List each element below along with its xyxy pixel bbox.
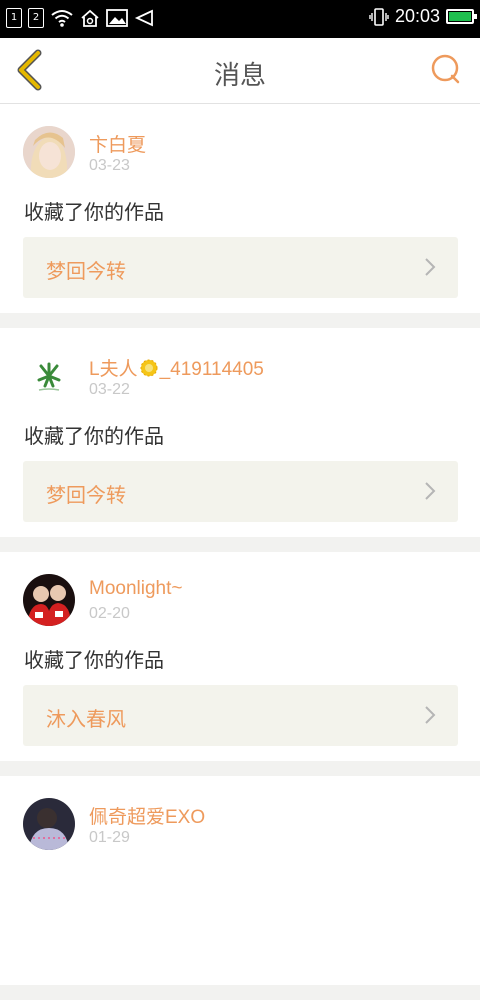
work-title: 沐入春风 [46, 707, 126, 731]
avatar[interactable] [23, 574, 75, 626]
clock: 20:03 [394, 6, 440, 26]
message-card: 佩奇超爱EXO 01-29 [0, 776, 480, 985]
work-link[interactable]: 沐入春风 [23, 685, 458, 746]
chevron-right-icon [425, 258, 436, 276]
avatar[interactable] [23, 350, 75, 402]
home-icon [81, 9, 99, 27]
chevron-right-icon [425, 706, 436, 724]
message-date: 03-23 [89, 157, 130, 174]
battery-icon [446, 9, 477, 24]
work-link[interactable]: 梦回今转 [23, 237, 458, 298]
user-name[interactable]: Moonlight~ [89, 578, 182, 600]
nav-bar: 消息 [0, 38, 480, 104]
status-icons-right: 20:03 [369, 6, 477, 27]
back-triangle-icon [134, 9, 153, 27]
wifi-icon [51, 10, 73, 27]
work-title: 梦回今转 [46, 259, 126, 283]
avatar[interactable] [23, 798, 75, 850]
message-card: 卞白夏 03-23 收藏了你的作品 梦回今转 [0, 104, 480, 313]
battery-level [449, 12, 471, 21]
user-name[interactable]: 佩奇超爱EXO [89, 802, 205, 829]
image-icon [106, 9, 128, 27]
user-name-prefix: L夫人 [89, 359, 138, 380]
message-list: 卞白夏 03-23 收藏了你的作品 梦回今转 L夫人 _419114405 03… [0, 104, 480, 1000]
avatar[interactable] [23, 126, 75, 178]
message-text: 收藏了你的作品 [24, 648, 164, 672]
work-title: 梦回今转 [46, 483, 126, 507]
sunflower-emoji-icon [140, 359, 158, 377]
user-name[interactable]: L夫人 _419114405 [89, 354, 264, 381]
message-card: Moonlight~ 02-20 收藏了你的作品 沐入春风 [0, 552, 480, 761]
message-date: 02-20 [89, 605, 130, 622]
page-title: 消息 [213, 61, 266, 91]
sim2-icon: 2 [28, 8, 44, 28]
work-link[interactable]: 梦回今转 [23, 461, 458, 522]
user-name[interactable]: 卞白夏 [89, 130, 146, 157]
message-text: 收藏了你的作品 [24, 200, 164, 224]
chevron-right-icon [425, 482, 436, 500]
sim1-icon: 1 [6, 8, 22, 28]
message-text: 收藏了你的作品 [24, 424, 164, 448]
message-date: 01-29 [89, 829, 130, 846]
message-card: L夫人 _419114405 03-22 收藏了你的作品 梦回今转 [0, 328, 480, 537]
message-date: 03-22 [89, 381, 130, 398]
status-bar: 1 2 20:03 [0, 0, 480, 38]
user-name-suffix: _419114405 [159, 359, 264, 380]
chat-bubble-icon[interactable] [428, 52, 462, 86]
status-icons-left: 1 2 [6, 8, 154, 28]
vibrate-icon [369, 7, 389, 26]
